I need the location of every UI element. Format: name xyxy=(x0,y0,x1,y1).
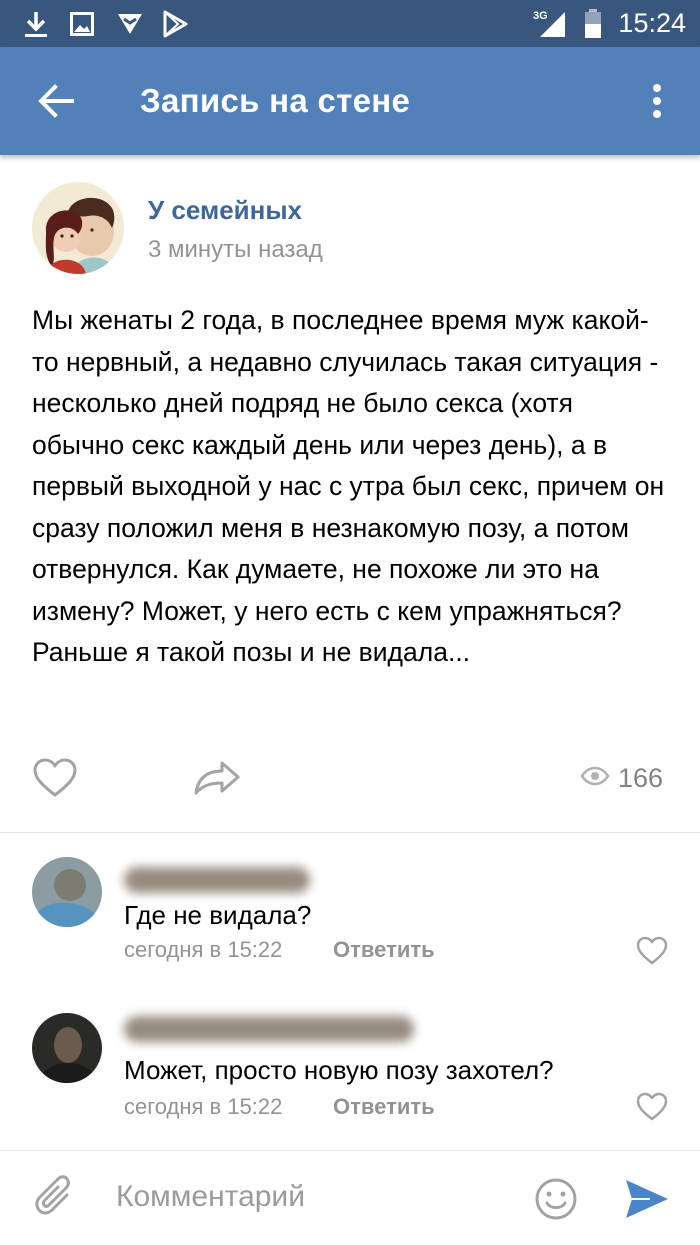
divider xyxy=(0,832,700,833)
commenter-avatar[interactable] xyxy=(32,857,102,927)
comment-composer xyxy=(0,1150,700,1245)
comment-item: Может, просто новую позу захотел? сегодн… xyxy=(0,1006,700,1146)
emoji-icon[interactable] xyxy=(534,1177,578,1221)
eye-icon xyxy=(580,766,610,791)
commenter-avatar[interactable] xyxy=(32,1013,102,1083)
app-notification-icon xyxy=(116,0,144,47)
page-title: Запись на стене xyxy=(140,82,411,119)
status-time: 15:24 xyxy=(618,8,686,38)
comment-item: Где не видала? сегодня в 15:22 Ответить xyxy=(0,850,700,990)
post-text: Мы женаты 2 года, в последнее время муж … xyxy=(32,305,665,667)
comment-text: Может, просто новую позу захотел? xyxy=(124,1055,554,1085)
paperclip-icon[interactable] xyxy=(34,1175,76,1221)
reply-button[interactable]: Ответить xyxy=(333,937,435,963)
app-bar: Запись на стене xyxy=(0,47,700,155)
play-store-icon xyxy=(162,0,188,47)
reply-button[interactable]: Ответить xyxy=(333,1094,435,1120)
comment-input[interactable] xyxy=(116,1173,496,1221)
views-count: 166 xyxy=(618,762,664,793)
views-counter: 166 xyxy=(580,760,663,796)
battery-icon xyxy=(584,0,602,47)
commenter-name-redacted xyxy=(124,867,310,893)
status-bar: 3G 15:24 xyxy=(0,0,700,47)
author-avatar[interactable] xyxy=(32,182,124,274)
send-icon[interactable] xyxy=(624,1178,670,1220)
commenter-name-redacted xyxy=(124,1016,414,1042)
comment-date: сегодня в 15:22 xyxy=(124,1094,283,1119)
heart-icon[interactable] xyxy=(636,936,668,966)
post-timestamp: 3 минуты назад xyxy=(148,236,323,263)
image-icon xyxy=(70,0,94,47)
share-icon[interactable] xyxy=(192,757,242,797)
post-author-name[interactable]: У семейных xyxy=(148,195,302,226)
back-arrow-icon[interactable] xyxy=(36,82,76,120)
comment-text: Где не видала? xyxy=(124,900,312,930)
heart-icon[interactable] xyxy=(32,757,78,799)
download-icon xyxy=(24,0,48,47)
more-vertical-icon[interactable] xyxy=(645,81,669,121)
heart-icon[interactable] xyxy=(636,1092,668,1122)
comment-date: сегодня в 15:22 xyxy=(124,937,283,962)
signal-icon xyxy=(538,0,566,47)
